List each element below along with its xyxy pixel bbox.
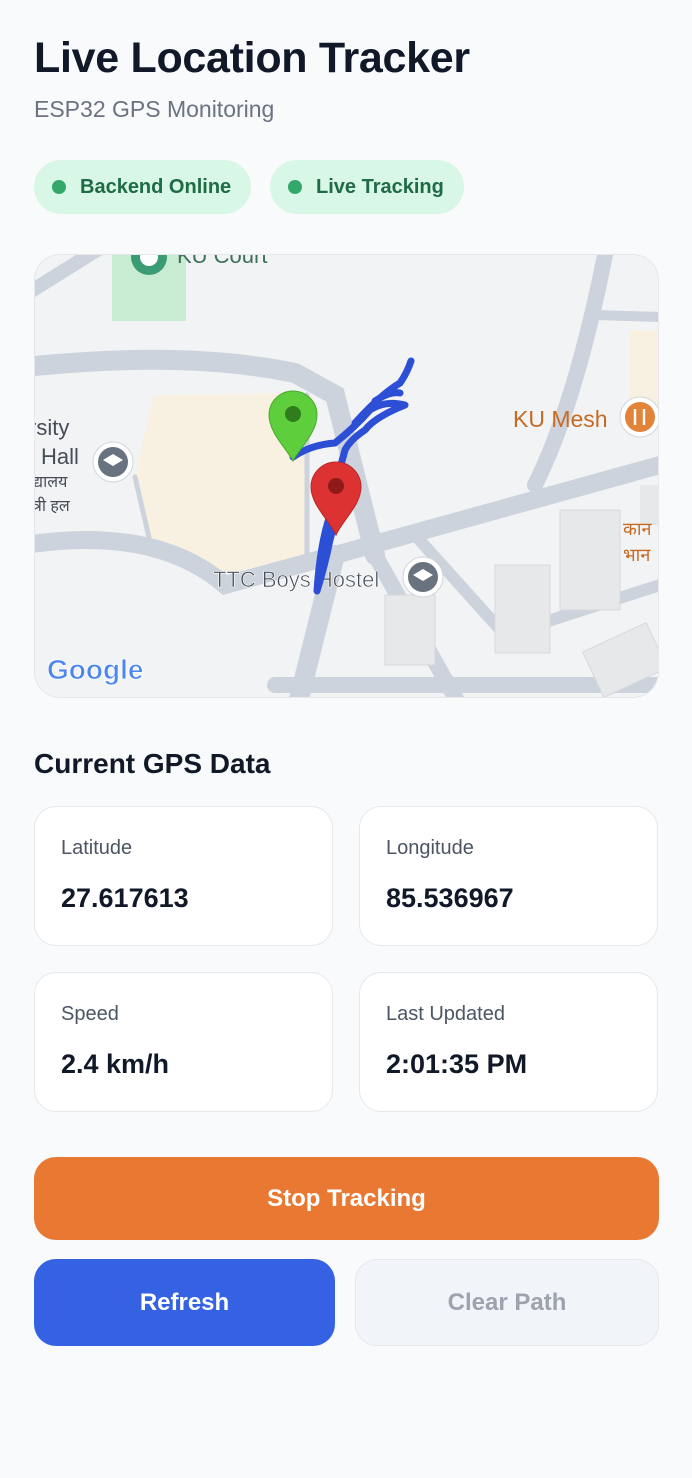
backend-status-badge: Backend Online <box>34 160 252 214</box>
map-label-hall-hi-1: द्यालय <box>35 474 68 491</box>
tracking-status-label: Live Tracking <box>316 175 444 198</box>
map-canvas[interactable]: KU Court rsity Hall द्यालय त्री हल KU Me… <box>35 255 659 698</box>
restaurant-icon[interactable] <box>619 396 659 438</box>
last-updated-card: Last Updated 2:01:35 PM <box>359 972 658 1112</box>
page-title: Live Location Tracker <box>34 34 470 82</box>
map-view[interactable]: KU Court rsity Hall द्यालय त्री हल KU Me… <box>34 254 659 698</box>
last-updated-label: Last Updated <box>386 1003 505 1025</box>
latitude-card: Latitude 27.617613 <box>34 806 333 946</box>
speed-card: Speed 2.4 km/h <box>34 972 333 1112</box>
graduation-cap-icon[interactable] <box>92 441 134 483</box>
longitude-label: Longitude <box>386 837 474 859</box>
page-subtitle: ESP32 GPS Monitoring <box>34 96 275 122</box>
latitude-value: 27.617613 <box>61 883 189 913</box>
backend-status-label: Backend Online <box>80 175 232 198</box>
longitude-value: 85.536967 <box>386 883 514 913</box>
graduation-cap-icon[interactable] <box>402 556 444 598</box>
map-label-hall-hi-2: त्री हल <box>35 496 71 515</box>
stop-tracking-button[interactable]: Stop Tracking <box>34 1157 659 1240</box>
clear-path-button[interactable]: Clear Path <box>355 1259 659 1346</box>
last-updated-value: 2:01:35 PM <box>386 1049 528 1079</box>
longitude-card: Longitude 85.536967 <box>359 806 658 946</box>
status-dot-icon <box>288 180 302 194</box>
map-label-mesh: KU Mesh <box>513 406 608 432</box>
map-label-hostel: TTC Boys Hostel <box>213 567 379 592</box>
map-label-right-hi-1: कान <box>623 519 652 539</box>
latitude-label: Latitude <box>61 837 133 859</box>
google-logo: Google <box>47 654 143 685</box>
tracking-status-badge: Live Tracking <box>270 160 464 214</box>
refresh-button[interactable]: Refresh <box>34 1259 335 1346</box>
status-dot-icon <box>52 180 66 194</box>
gps-section-title: Current GPS Data <box>34 748 271 779</box>
map-label-hall-2: Hall <box>41 444 79 469</box>
map-label-right-hi-2: भान <box>623 545 651 565</box>
speed-label: Speed <box>61 1003 119 1025</box>
map-label-hall-1: rsity <box>35 415 69 440</box>
map-label-court: KU Court <box>177 255 267 268</box>
speed-value: 2.4 km/h <box>61 1049 170 1079</box>
